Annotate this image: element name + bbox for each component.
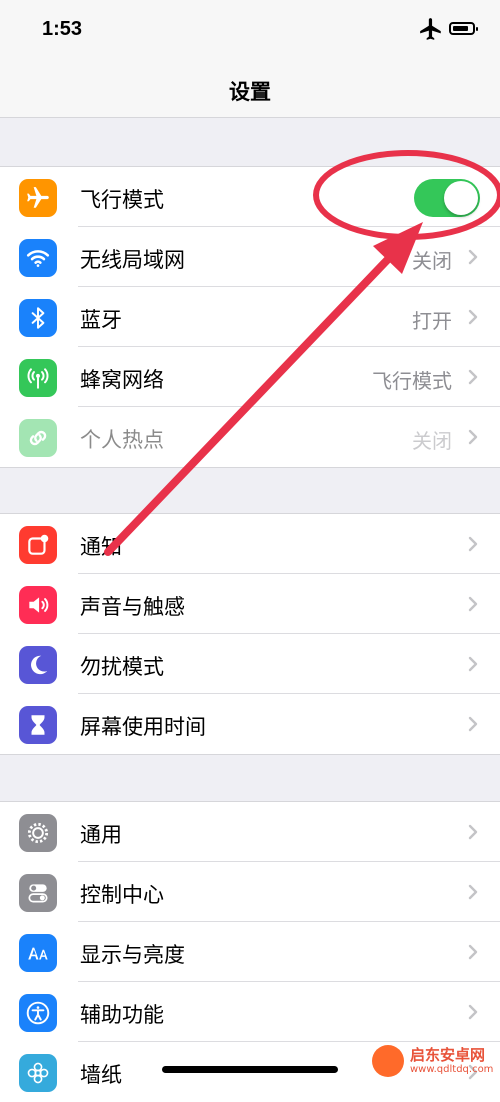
row-value: 关闭 [412,249,452,273]
chevron-right-icon [468,309,478,325]
watermark: 启东安卓网 www.qdltdq.com [372,1043,498,1081]
page-title: 设置 [229,80,271,104]
row-label: 通用 [80,823,122,847]
row-cellular[interactable]: 蜂窝网络 飞行模式 [0,347,500,407]
row-accessibility[interactable]: 辅助功能 [0,982,500,1042]
row-general[interactable]: 通用 [0,802,500,862]
row-label: 辅助功能 [80,1003,164,1027]
home-indicator [162,1066,338,1073]
status-time: 1:53 [42,18,83,40]
settings-group-connectivity: 飞行模式 无线局域网 关闭 蓝牙 打开 蜂窝网络 飞行模式 个人热点 关闭 [0,166,500,468]
row-label: 蜂窝网络 [80,368,164,392]
hotspot-icon [19,419,57,457]
row-value: 打开 [412,309,452,333]
wallpaper-icon [19,1054,57,1092]
row-bluetooth[interactable]: 蓝牙 打开 [0,287,500,347]
battery-icon [449,22,478,35]
watermark-url: www.qdltdq.com [410,1064,494,1075]
row-label: 屏幕使用时间 [80,715,206,739]
gear-icon [19,814,57,852]
row-airplane-mode[interactable]: 飞行模式 [0,167,500,227]
settings-group-notifications: 通知 声音与触感 勿扰模式 屏幕使用时间 [0,513,500,755]
watermark-logo-icon [372,1045,404,1077]
row-personal-hotspot[interactable]: 个人热点 关闭 [0,407,500,467]
row-control-center[interactable]: 控制中心 [0,862,500,922]
row-label: 蓝牙 [80,308,122,332]
cellular-icon [19,359,57,397]
chevron-right-icon [468,536,478,552]
row-label: 飞行模式 [80,188,164,212]
row-wifi[interactable]: 无线局域网 关闭 [0,227,500,287]
chevron-right-icon [468,716,478,732]
watermark-name: 启东安卓网 [410,1046,486,1064]
row-screen-time[interactable]: 屏幕使用时间 [0,694,500,754]
status-bar: 1:53 [0,0,500,62]
row-label: 显示与亮度 [80,943,185,967]
chevron-right-icon [468,249,478,265]
chevron-right-icon [468,429,478,445]
row-label: 声音与触感 [80,595,185,619]
row-sounds-haptics[interactable]: 声音与触感 [0,574,500,634]
row-label: 墙纸 [80,1063,122,1087]
row-do-not-disturb[interactable]: 勿扰模式 [0,634,500,694]
switches-icon [19,874,57,912]
row-label: 无线局域网 [80,248,185,272]
chevron-right-icon [468,884,478,900]
wifi-icon [19,239,57,277]
airplane-mode-toggle[interactable] [414,179,480,217]
chevron-right-icon [468,656,478,672]
chevron-right-icon [468,1004,478,1020]
chevron-right-icon [468,944,478,960]
nav-bar: 设置 [0,62,500,118]
display-icon [19,934,57,972]
row-label: 通知 [80,535,122,559]
sound-icon [19,586,57,624]
airplane-icon [19,179,57,217]
row-value: 关闭 [412,429,452,453]
row-label: 个人热点 [80,428,164,452]
row-label: 控制中心 [80,883,164,907]
notifications-icon [19,526,57,564]
row-notifications[interactable]: 通知 [0,514,500,574]
row-display-brightness[interactable]: 显示与亮度 [0,922,500,982]
row-label: 勿扰模式 [80,655,164,679]
airplane-status-icon [420,18,441,40]
hourglass-icon [19,706,57,744]
accessibility-icon [19,994,57,1032]
chevron-right-icon [468,369,478,385]
chevron-right-icon [468,596,478,612]
row-value: 飞行模式 [372,369,452,393]
moon-icon [19,646,57,684]
chevron-right-icon [468,824,478,840]
bluetooth-icon [19,299,57,337]
